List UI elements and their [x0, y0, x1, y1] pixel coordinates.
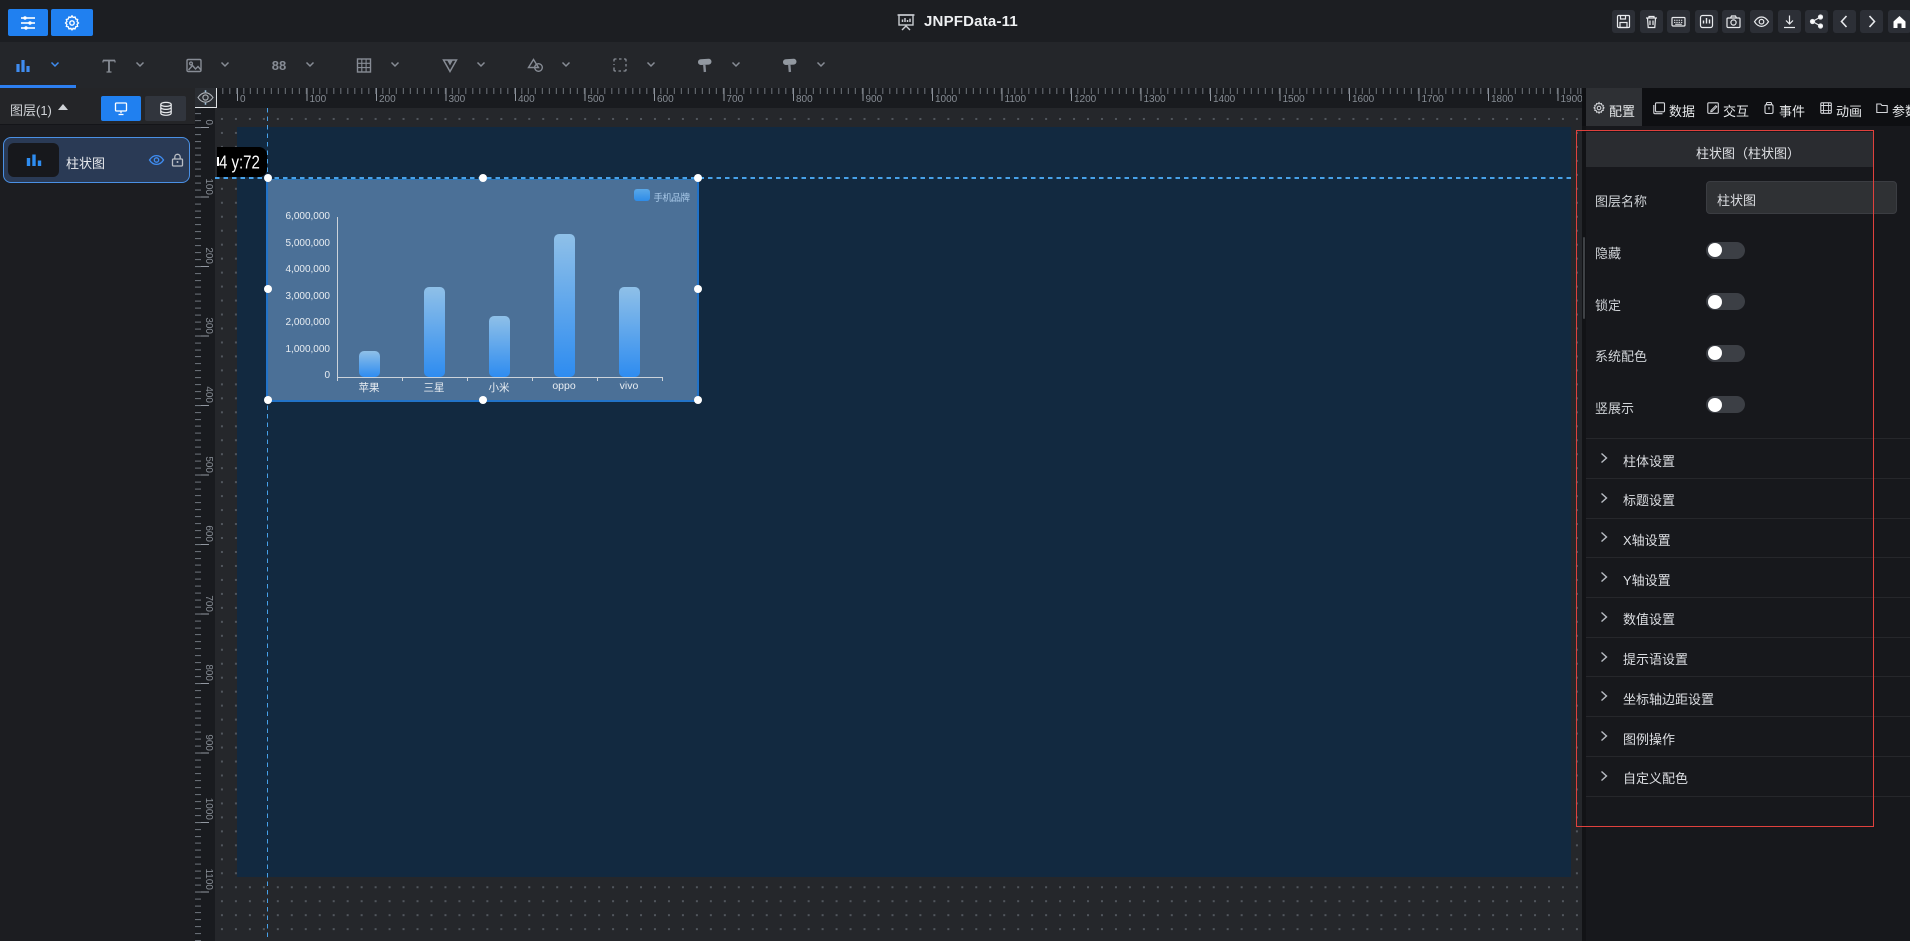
- svg-text:88: 88: [272, 58, 286, 73]
